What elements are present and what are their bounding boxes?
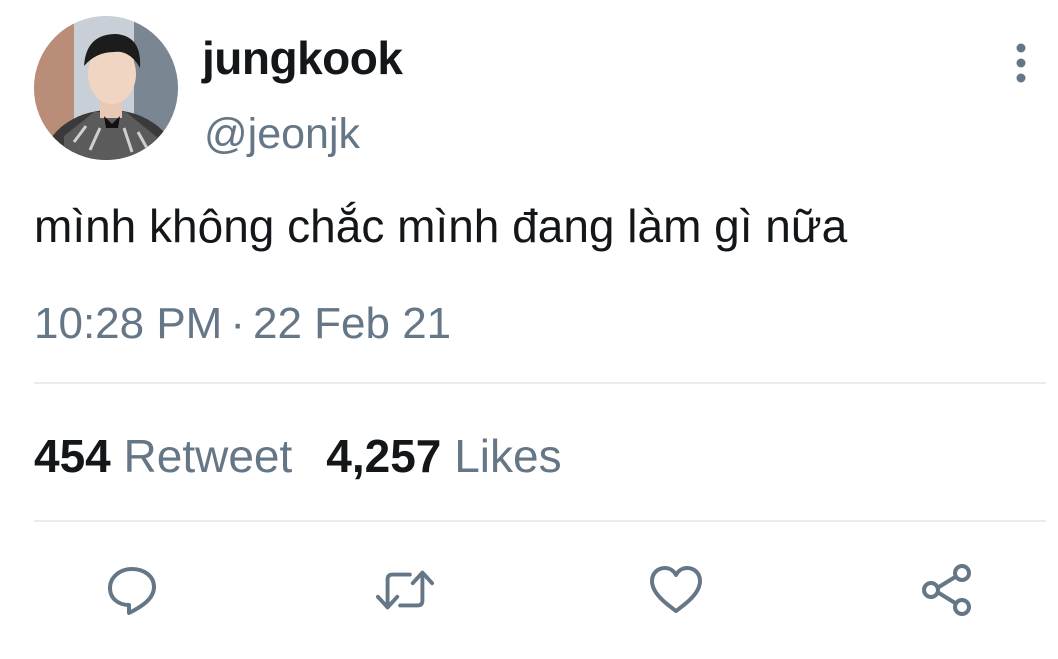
- retweet-label: Retweet: [123, 430, 293, 482]
- share-icon: [922, 564, 971, 616]
- retweet-button[interactable]: [375, 560, 435, 620]
- retweet-count[interactable]: 454 Retweet: [34, 430, 292, 482]
- tweet-stats: 454 Retweet 4,257 Likes: [34, 426, 562, 486]
- like-label: Likes: [454, 430, 562, 482]
- avatar-image: [34, 16, 178, 160]
- meta-separator: ·: [230, 299, 245, 348]
- reply-icon: [108, 567, 156, 615]
- share-button[interactable]: [917, 560, 977, 620]
- display-name[interactable]: jungkook: [202, 28, 403, 88]
- like-button[interactable]: [646, 560, 706, 620]
- tweet-meta: 10:28 PM · 22 Feb 21: [34, 294, 451, 354]
- divider-bottom: [34, 520, 1046, 522]
- heart-icon: [650, 566, 702, 613]
- user-handle[interactable]: @jeonjk: [204, 104, 360, 164]
- avatar[interactable]: [34, 16, 178, 160]
- like-count[interactable]: 4,257 Likes: [326, 430, 561, 482]
- tweet-time[interactable]: 10:28 PM: [34, 299, 222, 348]
- more-options-button[interactable]: [1002, 38, 1040, 88]
- tweet-text: mình không chắc mình đang làm gì nữa: [34, 200, 848, 252]
- divider-top: [34, 382, 1046, 384]
- reply-button[interactable]: [102, 560, 162, 620]
- tweet-date[interactable]: 22 Feb 21: [253, 299, 451, 348]
- retweet-icon: [375, 570, 435, 610]
- like-number: 4,257: [326, 430, 442, 482]
- more-vertical-icon: [1016, 43, 1026, 83]
- retweet-number: 454: [34, 430, 111, 482]
